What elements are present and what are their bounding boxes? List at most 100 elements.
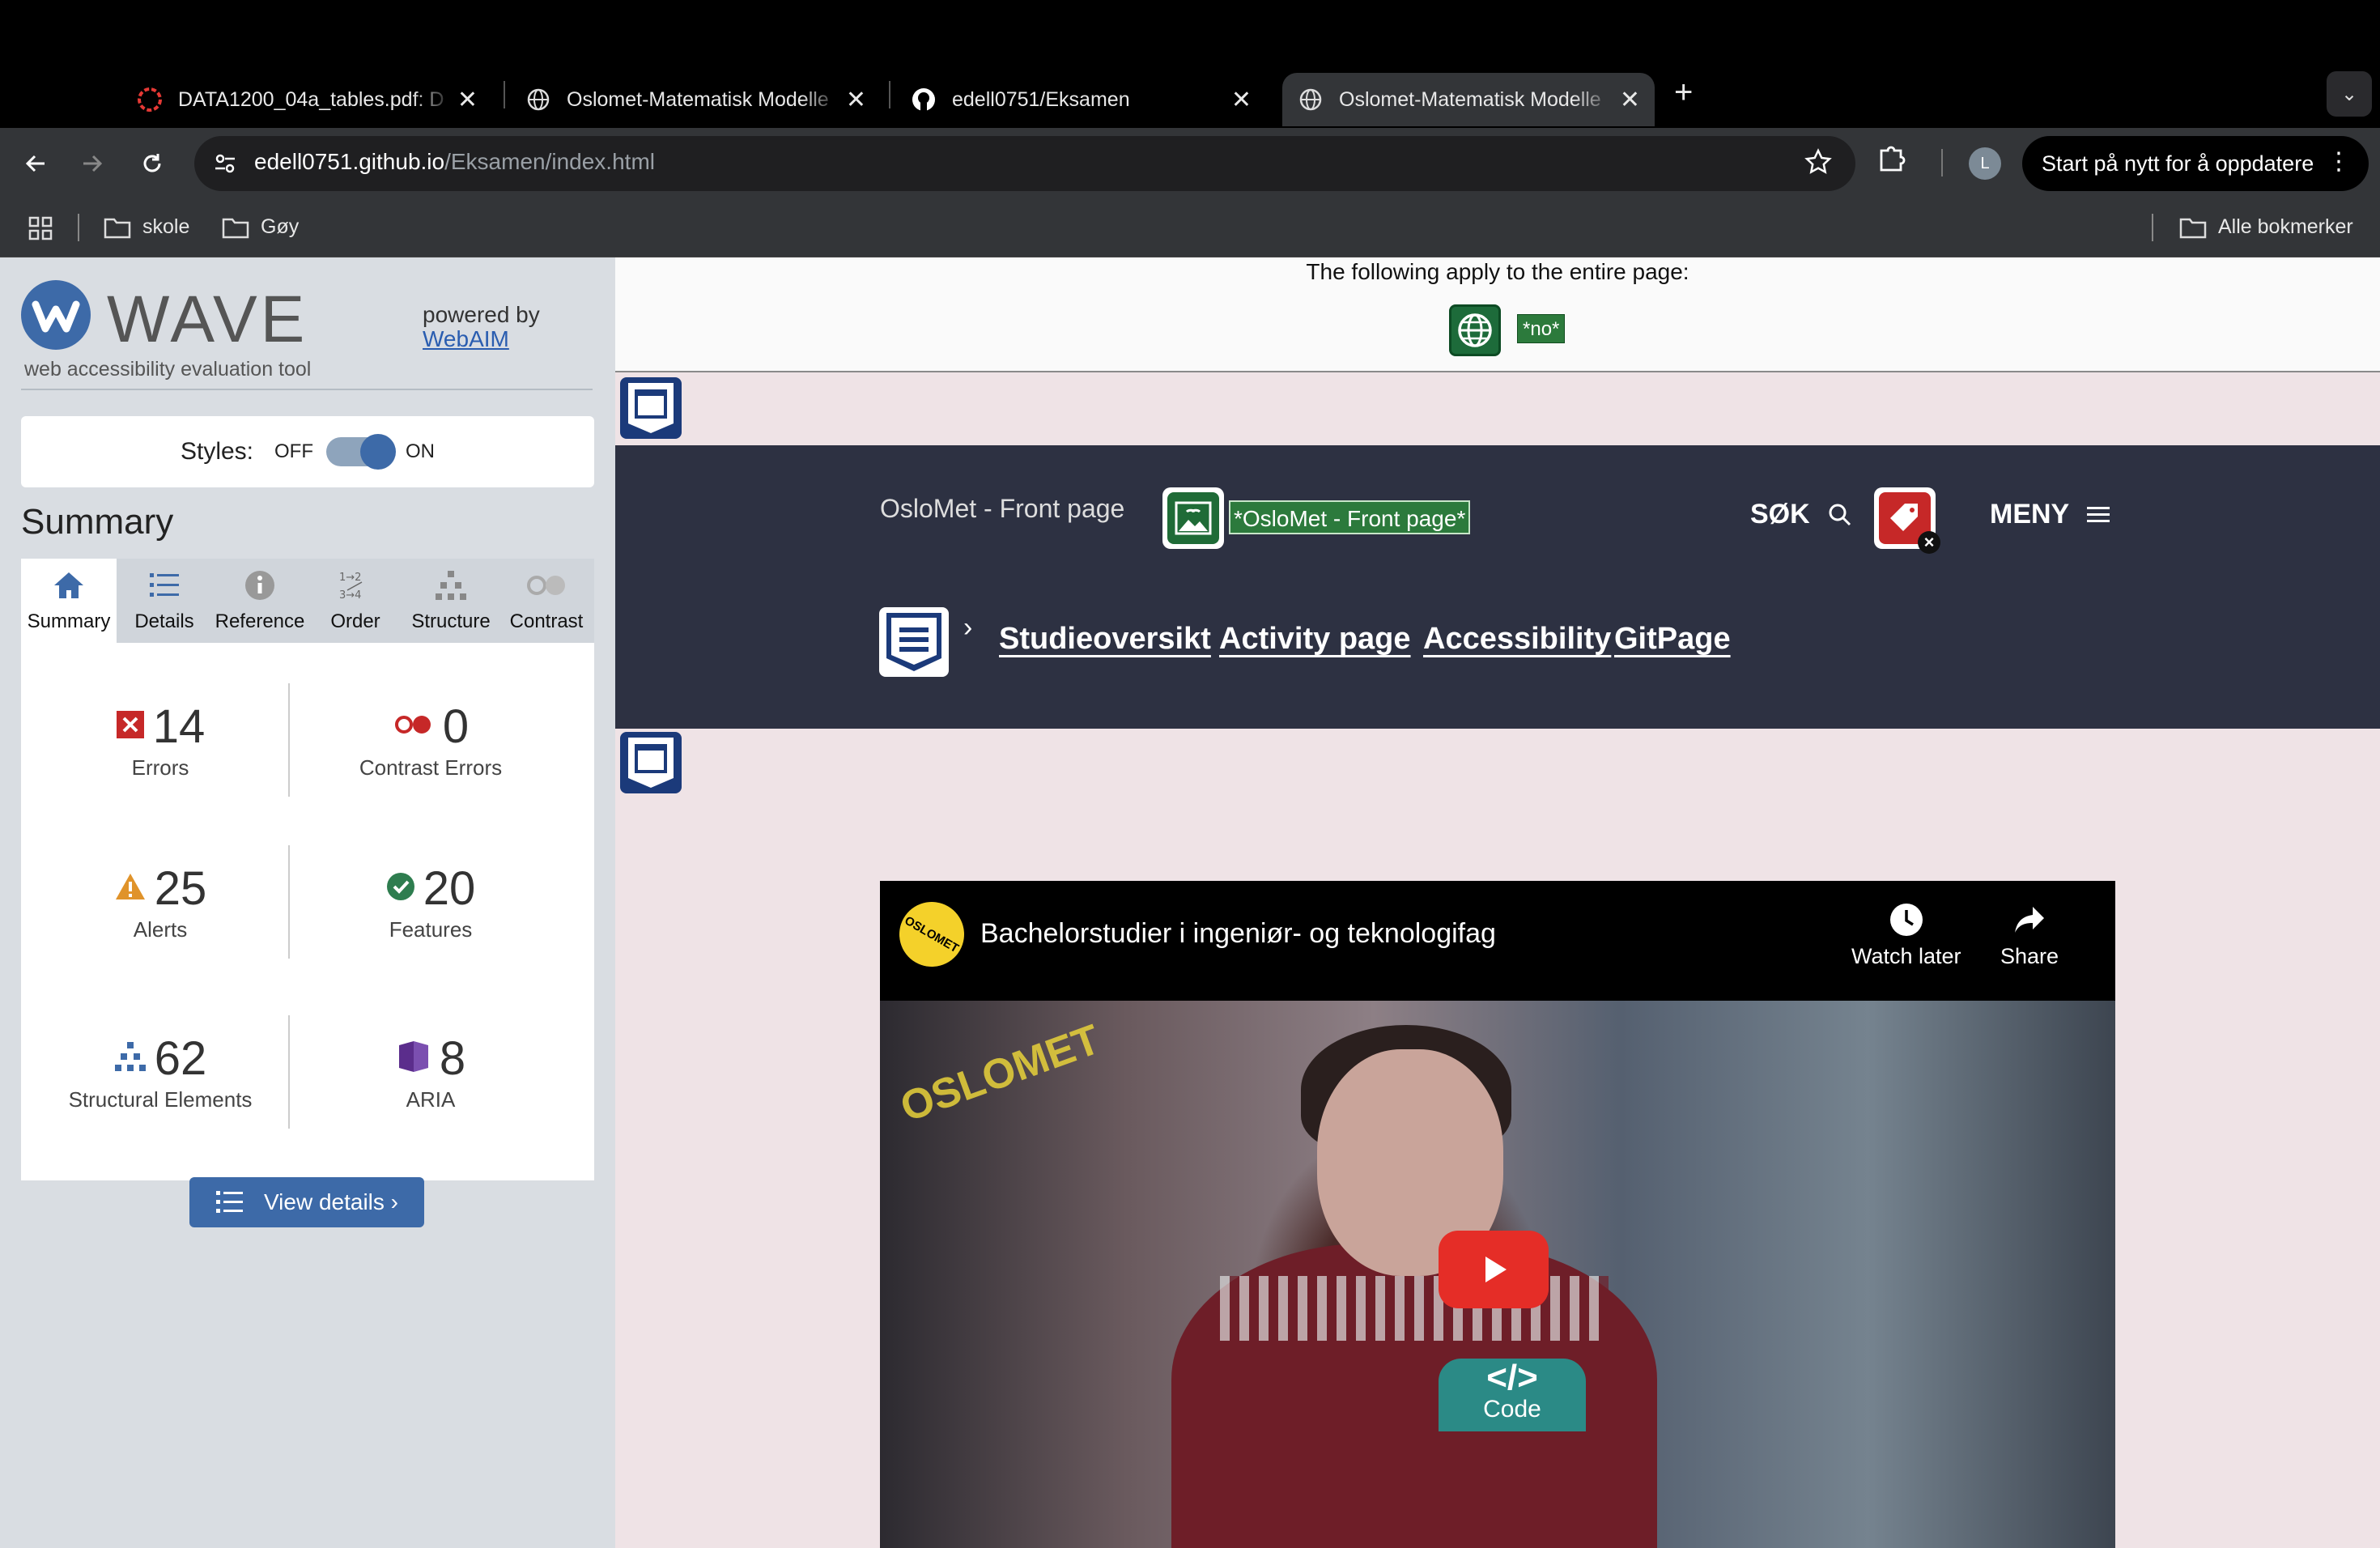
watch-later-button[interactable]: Watch later <box>1851 902 1961 969</box>
list-icon <box>148 565 181 606</box>
github-icon <box>910 86 937 113</box>
bookmark-folder-skole[interactable]: skole <box>104 215 189 239</box>
close-tab-icon[interactable]: ✕ <box>1620 86 1640 114</box>
restart-label: Start på nytt for å oppdatere <box>2042 151 2314 176</box>
menu-button[interactable]: MENY <box>1990 499 2111 530</box>
linked-image-icon[interactable] <box>1162 487 1224 549</box>
tab-title: Oslomet-Matematisk Modelle <box>567 87 829 111</box>
youtube-embed[interactable]: OSLOMET OSLOMET Bachelorstudier i ingeni… <box>880 881 2115 1548</box>
wave-sidebar: WAVE web accessibility evaluation tool p… <box>0 257 615 1548</box>
summary-panel: 14 Errors 0 Contrast Errors 25 Alerts 20… <box>21 643 594 1227</box>
folder-icon <box>104 218 131 238</box>
broken-logo-image[interactable]: OsloMet - Front page <box>880 494 1124 524</box>
thumbnail-pattern <box>1220 1276 1609 1341</box>
divider <box>21 389 593 390</box>
back-arrow-icon[interactable] <box>13 141 58 186</box>
info-icon <box>244 565 276 606</box>
svg-text:3→4: 3→4 <box>339 589 361 602</box>
extensions-puzzle-icon[interactable] <box>1876 142 1907 177</box>
profile-avatar[interactable]: L <box>1969 147 2001 180</box>
structure-icon <box>114 1041 147 1076</box>
nav-link-gitpage[interactable]: GitPage <box>1614 622 1731 657</box>
browser-toolbar: edell0751.github.io/Eksamen/index.html L… <box>0 128 2380 199</box>
language-globe-icon[interactable] <box>1449 304 1501 356</box>
stat-contrast-errors[interactable]: 0 Contrast Errors <box>301 700 560 780</box>
home-icon <box>52 565 86 606</box>
header-region-icon[interactable] <box>620 377 682 439</box>
error-icon <box>116 710 145 743</box>
stat-features[interactable]: 20 Features <box>301 861 560 942</box>
share-button[interactable]: Share <box>2000 902 2059 969</box>
apps-grid-icon[interactable] <box>28 215 65 241</box>
wave-logo-icon <box>21 280 91 350</box>
reload-icon[interactable] <box>130 141 175 186</box>
contrast-error-icon <box>393 712 435 741</box>
feature-check-icon <box>386 872 415 905</box>
styles-toggle-box: Styles: OFF ON <box>21 416 594 487</box>
wave-subtitle: web accessibility evaluation tool <box>24 358 312 381</box>
alert-icon <box>114 872 147 905</box>
bookmark-star-icon[interactable] <box>1804 147 1833 181</box>
nav-link-studieoversikt[interactable]: Studieoversikt <box>999 622 1211 657</box>
tab-structure[interactable]: Structure <box>403 559 499 643</box>
page-viewport: The following apply to the entire page: … <box>615 257 2380 1548</box>
play-button-icon[interactable] <box>1439 1231 1549 1308</box>
bookmark-separator <box>2152 214 2153 241</box>
globe-icon <box>1297 86 1324 113</box>
tab-title: Oslomet-Matematisk Modelle <box>1339 87 1601 111</box>
webaim-link[interactable]: WebAIM <box>423 327 540 351</box>
search-icon <box>1829 504 1851 525</box>
stat-structural-elements[interactable]: 62 Structural Elements <box>31 1031 290 1112</box>
wave-tab-bar: Summary Details Reference 1→2 3→4 Order S… <box>21 559 594 643</box>
tab-summary[interactable]: Summary <box>21 559 117 643</box>
hamburger-icon <box>2087 506 2110 522</box>
svg-text:1→2: 1→2 <box>339 572 361 584</box>
video-title[interactable]: Bachelorstudier i ingeniør- og teknologi… <box>980 918 1496 950</box>
stat-aria[interactable]: 8 ARIA <box>301 1031 560 1112</box>
close-tab-icon[interactable]: ✕ <box>1231 86 1252 114</box>
navigation-region-icon[interactable] <box>879 607 949 677</box>
browser-tab-oslomet-1[interactable]: Oslomet-Matematisk Modelle ✕ <box>525 73 881 126</box>
close-tab-icon[interactable]: ✕ <box>846 86 866 114</box>
channel-avatar[interactable]: OSLOMET <box>887 890 976 979</box>
tab-separator <box>889 81 890 108</box>
view-details-button[interactable]: View details › <box>189 1177 424 1227</box>
browser-tab-github[interactable]: edell0751/Eksamen ✕ <box>910 73 1266 126</box>
nav-link-accessibility[interactable]: Accessibility <box>1423 622 1611 657</box>
close-tab-icon[interactable]: ✕ <box>457 86 478 114</box>
tab-search-chevron-icon[interactable]: ⌄ <box>2327 71 2372 117</box>
stat-alerts[interactable]: 25 Alerts <box>31 861 290 942</box>
applies-text: The following apply to the entire page: <box>1306 259 1689 284</box>
restart-to-update-button[interactable]: Start på nytt for å oppdatere ⋮ <box>2022 136 2369 191</box>
clock-icon <box>1889 904 1923 936</box>
new-tab-plus-icon[interactable]: + <box>1674 74 1693 111</box>
kebab-menu-icon[interactable]: ⋮ <box>2327 147 2351 176</box>
alt-text-tag: *OsloMet - Front page* <box>1229 500 1471 534</box>
structure-tree-icon <box>434 565 468 606</box>
folder-icon <box>222 218 249 238</box>
search-button[interactable]: SØK <box>1750 499 1852 530</box>
language-tag: *no* <box>1517 314 1566 343</box>
all-bookmarks-button[interactable]: Alle bokmerker <box>2179 215 2353 239</box>
share-arrow-icon <box>2015 907 2045 933</box>
stat-errors[interactable]: 14 Errors <box>31 700 290 780</box>
tab-reference[interactable]: Reference <box>212 559 308 643</box>
code-badge[interactable]: </> Code <box>1439 1359 1586 1431</box>
bookmark-folder-goy[interactable]: Gøy <box>222 215 299 239</box>
main-region-icon[interactable] <box>620 732 682 793</box>
contrast-icon <box>525 565 568 606</box>
nav-link-activity-page[interactable]: Activity page <box>1219 622 1411 657</box>
error-tag-icon[interactable]: × <box>1874 487 1940 554</box>
site-info-icon[interactable] <box>209 147 241 180</box>
forward-arrow-icon[interactable] <box>70 141 115 186</box>
address-bar[interactable]: edell0751.github.io/Eksamen/index.html <box>194 136 1855 191</box>
browser-tab-pdf[interactable]: DATA1200_04a_tables.pdf: D ✕ <box>136 73 492 126</box>
browser-tab-oslomet-active[interactable]: Oslomet-Matematisk Modelle ✕ <box>1282 73 1655 126</box>
wave-title: WAVE <box>107 283 308 356</box>
bookmarks-bar: skole Gøy Alle bokmerker <box>0 199 2380 257</box>
tab-order[interactable]: 1→2 3→4 Order <box>308 559 403 643</box>
tab-details[interactable]: Details <box>117 559 212 643</box>
url-text: edell0751.github.io/Eksamen/index.html <box>254 149 655 174</box>
tab-contrast[interactable]: Contrast <box>499 559 594 643</box>
styles-toggle[interactable] <box>326 434 397 470</box>
